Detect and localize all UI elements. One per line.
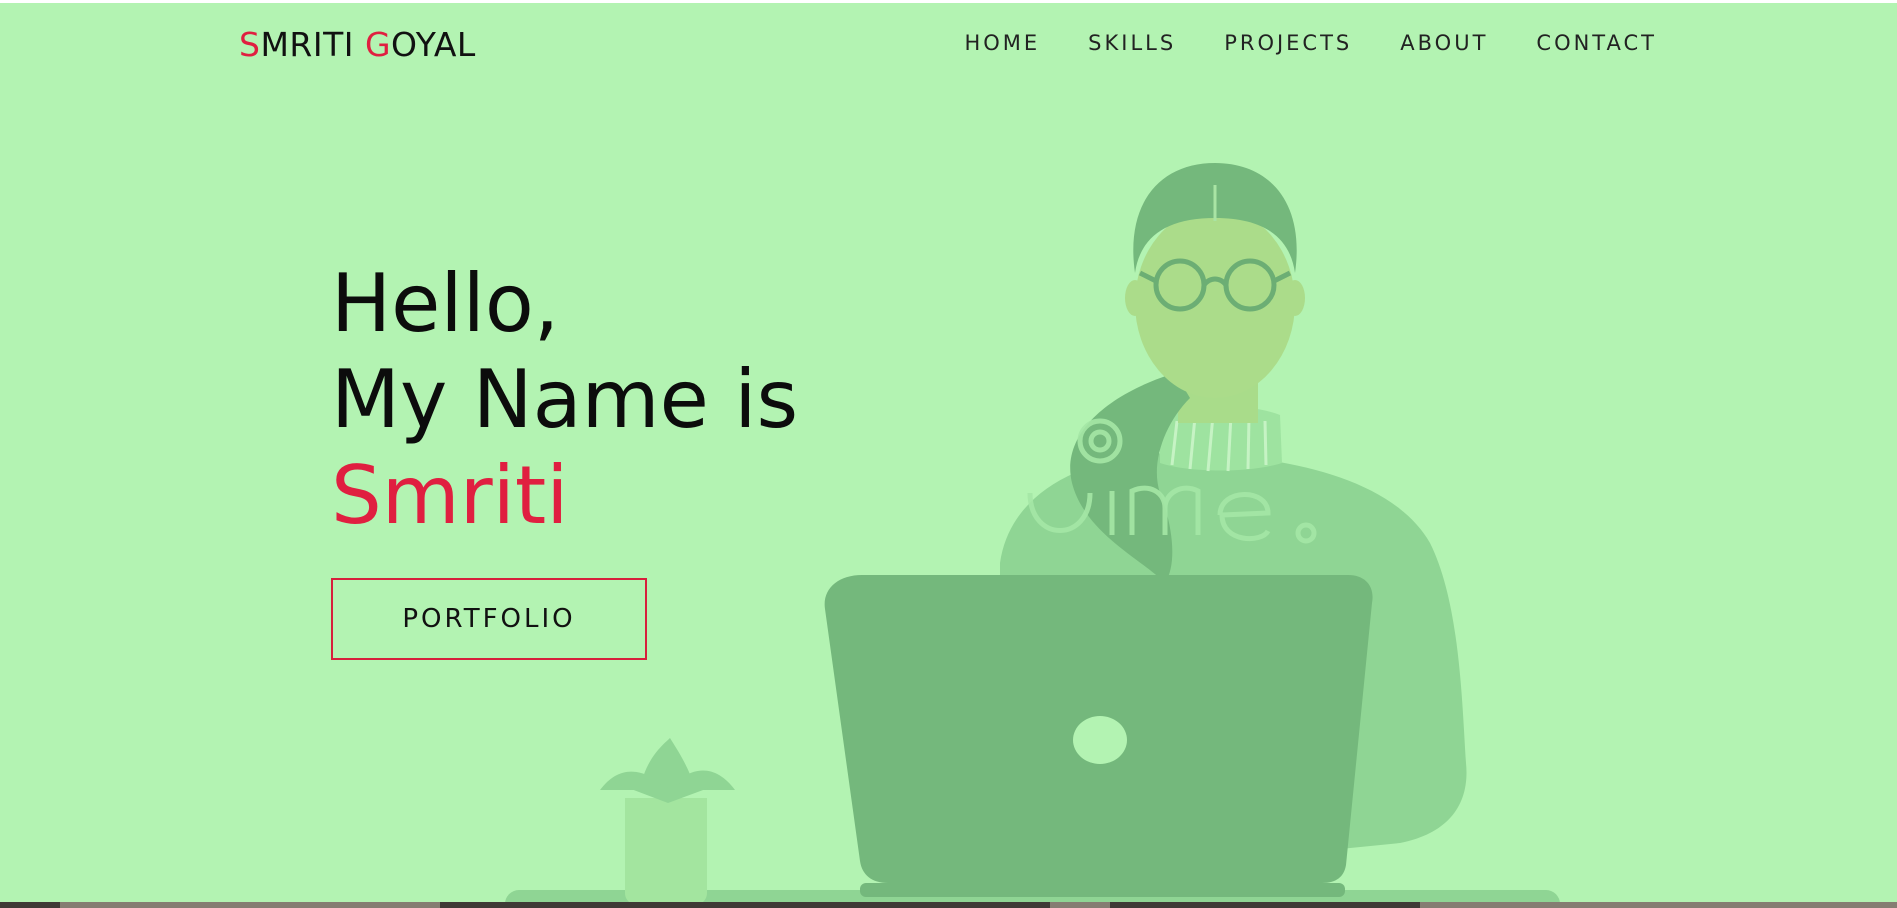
logo-first-initial: S [239,25,261,64]
headline-name: Smriti [331,449,569,542]
logo-last-initial: G [364,25,392,64]
main-nav: HOME SKILLS PROJECTS ABOUT CONTACT [964,29,1657,57]
nav-contact[interactable]: CONTACT [1536,29,1657,57]
brand-logo[interactable]: SMRITI GOYAL [239,23,476,67]
laptop-logo-shape [1073,716,1127,764]
logo-last-rest: OYAL [391,25,476,64]
nav-home[interactable]: HOME [964,29,1040,57]
potted-plant-illustration [600,738,735,902]
headline-greeting: Hello, [331,257,560,350]
face-shape [1135,208,1295,398]
nav-skills[interactable]: SKILLS [1088,29,1176,57]
nav-about[interactable]: ABOUT [1400,29,1488,57]
laptop-base [860,883,1345,897]
nav-projects[interactable]: PROJECTS [1224,29,1352,57]
portfolio-button[interactable]: PORTFOLIO [331,578,647,660]
hero-section: SMRITI GOYAL HOME SKILLS PROJECTS ABOUT … [0,3,1897,902]
page: SMRITI GOYAL HOME SKILLS PROJECTS ABOUT … [0,0,1897,908]
bottom-edge [0,902,1897,908]
hero-headline: Hello, My Name is Smriti [331,256,798,544]
headline-intro: My Name is [331,353,799,446]
woman-at-laptop-illustration [505,163,1560,902]
logo-first-rest: MRITI [260,25,365,64]
